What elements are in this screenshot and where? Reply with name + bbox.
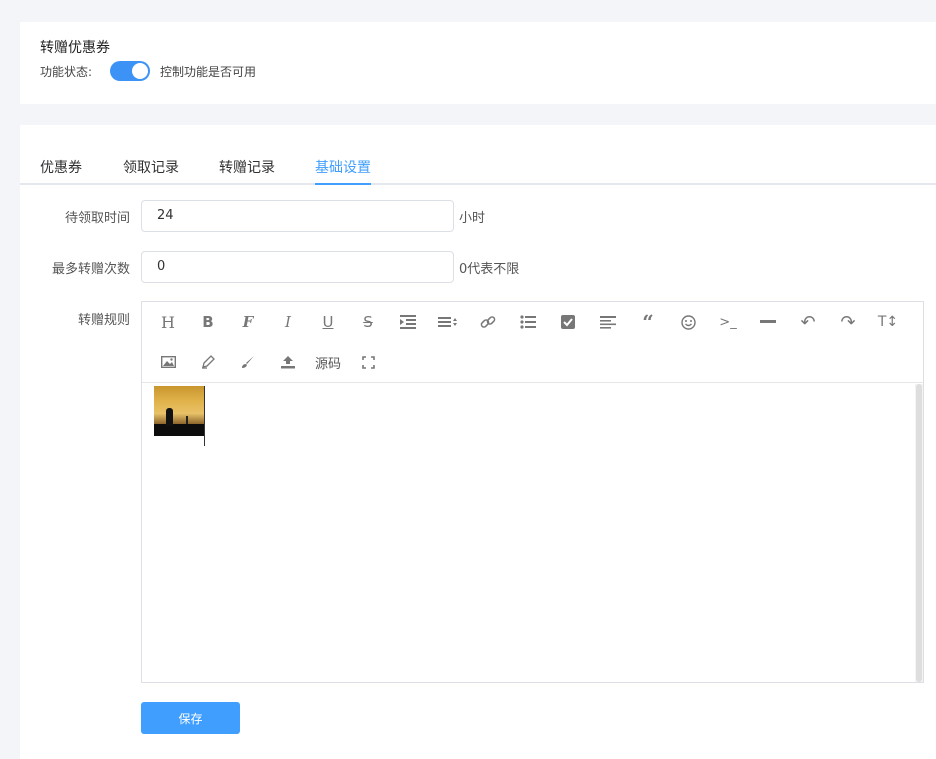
settings-card: 优惠券 领取记录 转赠记录 基础设置 待领取时间 24 小时 最多转赠次数 0 … [20, 125, 936, 759]
divider-icon[interactable] [755, 311, 781, 333]
link-icon[interactable] [475, 311, 501, 333]
image-figure [166, 408, 173, 426]
checkbox-icon[interactable] [555, 311, 581, 333]
source-code-button[interactable]: 源码 [310, 351, 346, 373]
heading-icon[interactable]: H [155, 311, 181, 333]
image-icon[interactable] [155, 351, 181, 373]
pen-icon[interactable] [195, 351, 221, 373]
line-height-icon[interactable] [435, 311, 461, 333]
editor-toolbar: H B F I U S “ >_ ↶ ↷ T↕ 源码 [142, 302, 923, 383]
brush-icon[interactable] [235, 351, 261, 373]
bold-icon[interactable]: B [195, 311, 221, 333]
rich-text-editor: H B F I U S “ >_ ↶ ↷ T↕ 源码 [141, 301, 924, 683]
editor-content-area[interactable] [142, 384, 913, 682]
text-caret [204, 386, 205, 446]
emoji-icon[interactable] [675, 311, 701, 333]
upload-icon[interactable] [275, 351, 301, 373]
image-tree [186, 416, 188, 424]
text-size-icon[interactable]: T↕ [875, 311, 901, 333]
italic-icon[interactable]: I [275, 311, 301, 333]
strikethrough-icon[interactable]: S [355, 311, 381, 333]
undo-icon[interactable]: ↶ [795, 311, 821, 333]
inserted-image[interactable] [154, 386, 204, 436]
code-icon[interactable]: >_ [715, 311, 741, 333]
status-hint: 控制功能是否可用 [160, 65, 257, 79]
font-icon[interactable]: F [235, 311, 261, 333]
list-icon[interactable] [515, 311, 541, 333]
align-left-icon[interactable] [595, 311, 621, 333]
fullscreen-icon[interactable] [355, 351, 381, 373]
image-ground [154, 424, 204, 436]
editor-scrollbar[interactable] [915, 384, 923, 682]
scrollbar-thumb[interactable] [916, 384, 922, 682]
pickup-time-label: 待领取时间 [64, 211, 130, 226]
max-transfers-input[interactable]: 0 [141, 251, 454, 283]
feature-toggle-switch[interactable] [110, 61, 150, 81]
save-button[interactable]: 保存 [141, 702, 240, 734]
tab-pickup-records[interactable]: 领取记录 [123, 157, 179, 185]
tab-transfer-records[interactable]: 转赠记录 [219, 157, 275, 185]
indent-icon[interactable] [395, 311, 421, 333]
underline-icon[interactable]: U [315, 311, 341, 333]
toggle-knob [132, 63, 148, 79]
status-label: 功能状态: [40, 65, 93, 79]
tab-coupons[interactable]: 优惠券 [40, 157, 82, 185]
pickup-time-unit: 小时 [459, 211, 486, 226]
feature-status-card: 转赠优惠券 功能状态: 控制功能是否可用 [20, 22, 936, 104]
rules-label: 转赠规则 [77, 313, 130, 328]
feature-title: 转赠优惠券 [40, 40, 110, 56]
redo-icon[interactable]: ↷ [835, 311, 861, 333]
max-transfers-hint: 0代表不限 [459, 262, 520, 277]
max-transfers-label: 最多转赠次数 [51, 262, 130, 277]
quote-icon[interactable]: “ [635, 310, 661, 334]
pickup-time-input[interactable]: 24 [141, 200, 454, 232]
tab-bar: 优惠券 领取记录 转赠记录 基础设置 [20, 153, 936, 185]
tab-basic-settings[interactable]: 基础设置 [315, 157, 371, 185]
